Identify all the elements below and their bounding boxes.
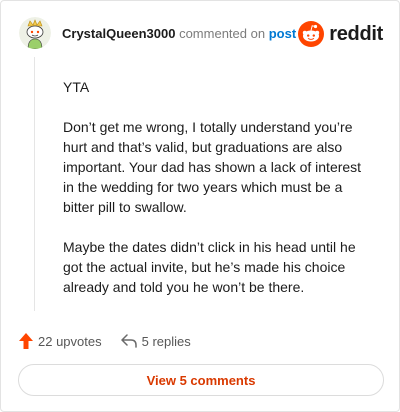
comment-header: CrystalQueen3000 commented on post reddi… [19,17,383,51]
thread-line[interactable] [34,57,35,311]
comment-paragraph: Don’t get me wrong, I totally understand… [63,119,362,215]
reply-arrow-icon [120,334,137,348]
user-avatar[interactable] [19,17,51,49]
brand-name: reddit [329,22,383,45]
username[interactable]: CrystalQueen3000 [62,26,175,41]
view-comments-button[interactable]: View 5 comments [18,364,384,396]
comment-meta: CrystalQueen3000 commented on post [62,26,296,41]
commented-on-text: commented on [179,26,266,41]
comment-body: YTA Don’t get me wrong, I totally unders… [63,77,375,317]
replies-button[interactable]: 5 replies [120,333,191,349]
upvote-button[interactable]: 22 upvotes [19,333,102,349]
comment-paragraph: YTA [63,79,90,95]
upvote-count: 22 upvotes [38,333,102,349]
comment-actions: 22 upvotes 5 replies [19,331,191,351]
post-link[interactable]: post [269,26,296,41]
upvote-arrow-icon [19,333,33,349]
reddit-brand[interactable]: reddit [298,19,383,49]
snoo-avatar-icon [19,17,51,49]
reply-count: 5 replies [141,333,191,349]
reddit-logo-icon [298,21,325,47]
comment-paragraph: Maybe the dates didn’t click in his head… [63,239,356,295]
comment-card: CrystalQueen3000 commented on post reddi… [0,0,400,412]
